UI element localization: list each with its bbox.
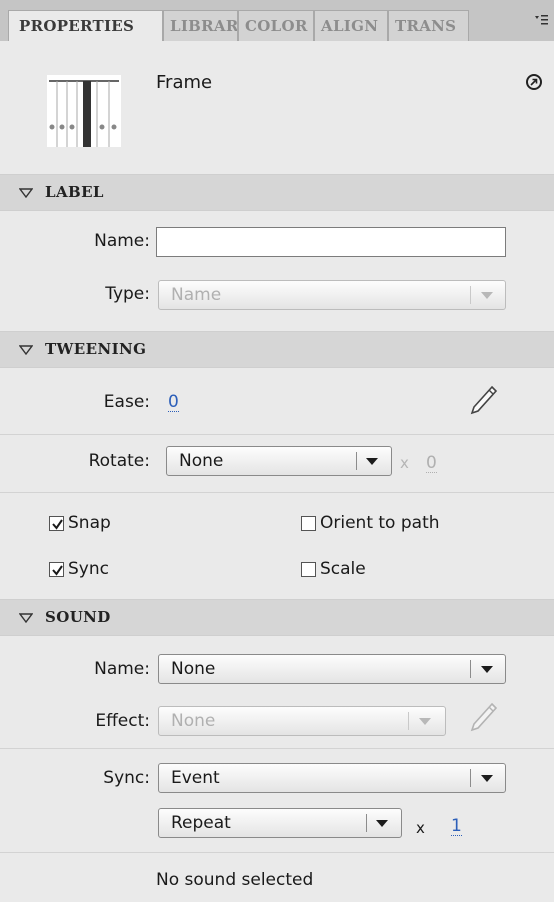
label-name-label: Name: [94, 231, 150, 251]
orient-to-path-label: Orient to path [320, 513, 440, 533]
label-name-input[interactable] [156, 227, 506, 257]
divider [0, 748, 554, 749]
divider [0, 852, 554, 853]
orient-to-path-checkbox[interactable] [301, 516, 316, 531]
sound-name-label: Name: [94, 659, 150, 679]
tab-align[interactable]: ALIGN [314, 10, 388, 41]
rotate-label: Rotate: [88, 451, 150, 471]
section-title: LABEL [45, 183, 104, 201]
sync-checkbox[interactable] [49, 562, 64, 577]
effect-value: None [171, 711, 216, 731]
chevron-down-icon [481, 775, 493, 782]
ease-label: Ease: [103, 392, 150, 412]
chevron-down-icon [481, 292, 493, 299]
repeat-count[interactable]: 1 [451, 818, 462, 836]
rotate-value: None [179, 451, 224, 471]
snap-label: Snap [68, 513, 111, 533]
tab-library[interactable]: LIBRARY [163, 10, 238, 41]
panel-title: Frame [156, 72, 213, 93]
collapse-triangle-icon [19, 613, 33, 623]
snap-checkbox[interactable] [49, 516, 64, 531]
times-symbol: x [416, 819, 425, 837]
chevron-down-icon [366, 458, 378, 465]
sound-section-header[interactable]: SOUND [0, 599, 554, 636]
rotate-select[interactable]: None [166, 446, 392, 476]
collapse-triangle-icon [19, 345, 33, 355]
tab-library-label: LIBRARY [170, 17, 238, 35]
sound-sync-select[interactable]: Event [158, 763, 506, 793]
label-section-header[interactable]: LABEL [0, 174, 554, 211]
chevron-down-icon [376, 820, 388, 827]
effect-select[interactable]: None [158, 706, 446, 736]
pencil-icon[interactable] [470, 385, 498, 420]
panel-menu-icon[interactable] [535, 14, 549, 30]
divider [0, 434, 554, 435]
collapse-triangle-icon [19, 188, 33, 198]
times-symbol: x [400, 454, 409, 472]
scale-checkbox[interactable] [301, 562, 316, 577]
tab-color[interactable]: COLOR [238, 10, 314, 41]
sync-label: Sync [68, 559, 109, 579]
repeat-select[interactable]: Repeat [158, 808, 402, 838]
tab-properties-label: PROPERTIES [19, 17, 135, 35]
scale-label: Scale [320, 559, 366, 579]
label-type-select[interactable]: Name [158, 280, 506, 310]
sound-sync-value: Event [171, 768, 220, 788]
tab-strip: PROPERTIES LIBRARY COLOR ALIGN TRANS [8, 10, 469, 41]
divider [0, 492, 554, 493]
tab-properties[interactable]: PROPERTIES [8, 10, 163, 41]
section-title: TWEENING [45, 340, 147, 358]
sound-name-value: None [171, 659, 216, 679]
arrow-circle-icon[interactable] [526, 74, 542, 90]
section-title: SOUND [45, 608, 111, 626]
tab-transform-label: TRANS [395, 17, 457, 35]
chevron-down-icon [481, 666, 493, 673]
tab-transform[interactable]: TRANS [388, 10, 469, 41]
repeat-value: Repeat [171, 813, 231, 833]
sound-status-text: No sound selected [156, 870, 314, 890]
label-type-value: Name [171, 285, 222, 305]
tweening-section-header[interactable]: TWEENING [0, 331, 554, 368]
effect-label: Effect: [95, 711, 150, 731]
rotate-count[interactable]: 0 [426, 455, 437, 473]
edit-effect-pencil-icon[interactable] [470, 702, 498, 737]
frame-timeline-icon [47, 75, 121, 147]
ease-value[interactable]: 0 [168, 394, 179, 412]
sound-name-select[interactable]: None [158, 654, 506, 684]
chevron-down-icon [419, 718, 431, 725]
tab-align-label: ALIGN [321, 17, 379, 35]
label-type-label: Type: [105, 284, 150, 304]
panel-tab-bar: PROPERTIES LIBRARY COLOR ALIGN TRANS [0, 0, 554, 41]
tab-color-label: COLOR [245, 17, 308, 35]
sound-sync-label: Sync: [103, 768, 150, 788]
